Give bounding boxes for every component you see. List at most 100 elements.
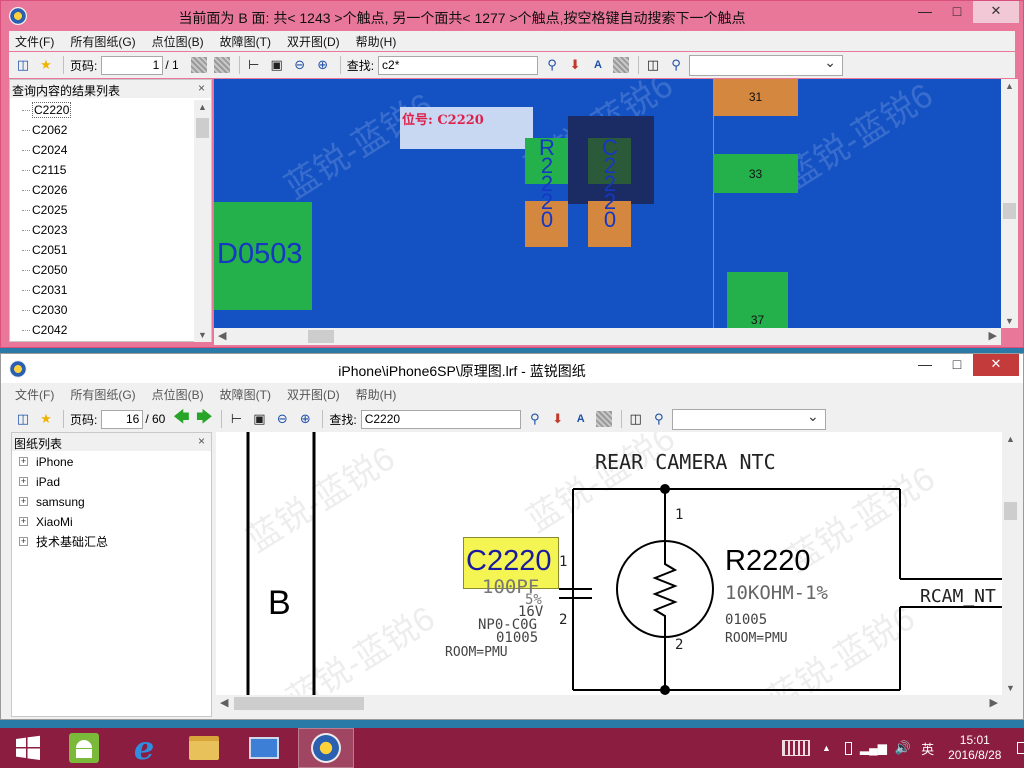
search-history-dropdown[interactable] xyxy=(689,54,844,76)
menu-all-drawings[interactable]: 所有图纸(G) xyxy=(70,33,135,50)
schematic-vscroll[interactable]: ▲ ▼ xyxy=(1002,432,1019,695)
android-app-button[interactable] xyxy=(56,728,112,768)
file-explorer-button[interactable] xyxy=(176,728,232,768)
results-scrollbar[interactable]: ▲ ▼ xyxy=(194,100,211,342)
clear-search-icon[interactable] xyxy=(611,56,631,74)
tree-node[interactable]: + XiaoMi xyxy=(12,512,211,532)
search-icon[interactable]: ⚲ xyxy=(525,410,545,428)
tree-node[interactable]: + 技术基础汇总 xyxy=(12,532,211,552)
volume-icon[interactable]: 🔊 xyxy=(895,740,911,756)
panel-toggle-icon[interactable]: ◫ xyxy=(13,56,33,74)
clear-search-icon[interactable] xyxy=(594,410,614,428)
start-button[interactable] xyxy=(0,728,56,768)
menu-help[interactable]: 帮助(H) xyxy=(356,386,397,403)
schematic-hscroll[interactable]: ◀ ▶ xyxy=(216,695,1002,712)
pad-31[interactable]: 31 xyxy=(713,79,798,116)
match-case-icon[interactable]: A xyxy=(588,56,608,74)
fit-width-icon[interactable]: ⊢ xyxy=(226,410,246,428)
expand-icon[interactable]: + xyxy=(19,457,28,466)
minimize-button[interactable]: — xyxy=(909,354,941,376)
tree-node[interactable]: + samsung xyxy=(12,492,211,512)
result-item[interactable]: C2023 xyxy=(10,220,193,240)
menu-boardview[interactable]: 点位图(B) xyxy=(152,386,204,403)
title-bar[interactable]: iPhone\iPhone6SP\原理图.lrf - 蓝锐图纸 — □ ✕ xyxy=(1,354,1023,383)
info-search-icon[interactable]: ⚲ xyxy=(666,56,686,74)
result-item[interactable]: C2042 xyxy=(10,320,193,340)
component-d0503[interactable]: D0503 xyxy=(214,202,312,310)
remote-app-button[interactable] xyxy=(236,728,292,768)
zoom-in-icon[interactable]: ⊕ xyxy=(313,56,333,74)
pad-33[interactable]: 33 xyxy=(713,154,798,193)
menu-dual-view[interactable]: 双开图(D) xyxy=(287,33,340,50)
search-input[interactable] xyxy=(378,55,539,75)
boardview-canvas[interactable]: 蓝锐-蓝锐6 蓝锐-蓝锐6 蓝锐-蓝锐6 位号: C2220 D0503 R 2… xyxy=(214,79,1001,328)
close-button[interactable]: ✕ xyxy=(973,354,1019,376)
result-item[interactable]: C2051 xyxy=(10,240,193,260)
search-input[interactable] xyxy=(360,409,521,429)
title-bar[interactable]: 当前面为 B 面: 共< 1243 >个触点, 另一个面共< 1277 >个触点… xyxy=(1,1,1023,31)
battery-icon[interactable] xyxy=(844,741,852,755)
menu-fault-diagram[interactable]: 故障图(T) xyxy=(220,33,271,50)
signal-icon[interactable]: ▂▄▆ xyxy=(860,741,887,755)
expand-icon[interactable]: + xyxy=(19,477,28,486)
next-page-icon[interactable]: 🡆 xyxy=(194,409,214,428)
expand-icon[interactable]: + xyxy=(19,517,28,526)
minimize-button[interactable]: — xyxy=(909,1,941,23)
menu-file[interactable]: 文件(F) xyxy=(15,386,54,403)
zoom-out-icon[interactable]: ⊖ xyxy=(272,410,292,428)
notifications-icon[interactable] xyxy=(1017,742,1024,754)
close-panel-icon[interactable]: × xyxy=(198,434,205,448)
page-input[interactable] xyxy=(101,409,144,429)
show-hidden-icons[interactable]: ▲ xyxy=(822,743,831,753)
fit-page-icon[interactable]: ▣ xyxy=(267,56,287,74)
page-input[interactable] xyxy=(101,55,164,75)
maximize-button[interactable]: □ xyxy=(941,354,973,376)
result-item[interactable]: C2030 xyxy=(10,300,193,320)
pad-37[interactable]: 37 xyxy=(727,272,788,328)
keyboard-icon[interactable] xyxy=(782,740,810,756)
panel-toggle-icon[interactable]: ◫ xyxy=(13,410,33,428)
favorite-star-icon[interactable]: ★ xyxy=(36,410,56,428)
result-item[interactable]: C2024 xyxy=(10,140,193,160)
schematic-canvas[interactable]: 蓝锐-蓝锐6 蓝锐-蓝锐6 蓝锐-蓝锐6 蓝锐-蓝锐6 蓝锐-蓝锐6 REAR … xyxy=(216,432,1002,695)
tree-node[interactable]: + iPad xyxy=(12,472,211,492)
menu-boardview[interactable]: 点位图(B) xyxy=(152,33,204,50)
menu-file[interactable]: 文件(F) xyxy=(15,33,54,50)
result-item[interactable]: C2115 xyxy=(10,160,193,180)
info-search-icon[interactable]: ⚲ xyxy=(649,410,669,428)
prev-page-icon[interactable]: 🡄 xyxy=(171,409,191,428)
search-next-icon[interactable]: ⬇ xyxy=(548,410,568,428)
menu-dual-view[interactable]: 双开图(D) xyxy=(287,386,340,403)
search-history-dropdown[interactable] xyxy=(671,408,826,430)
next-page-icon[interactable] xyxy=(212,56,232,74)
tree-node[interactable]: + iPhone xyxy=(12,452,211,472)
result-item[interactable]: C2025 xyxy=(10,200,193,220)
close-panel-icon[interactable]: × xyxy=(198,81,205,95)
favorite-star-icon[interactable]: ★ xyxy=(36,56,56,74)
result-item[interactable]: C2031 xyxy=(10,280,193,300)
menu-all-drawings[interactable]: 所有图纸(G) xyxy=(70,386,135,403)
menu-fault-diagram[interactable]: 故障图(T) xyxy=(220,386,271,403)
side-panel-icon[interactable]: ◫ xyxy=(626,410,646,428)
zoom-in-icon[interactable]: ⊕ xyxy=(295,410,315,428)
match-case-icon[interactable]: A xyxy=(571,410,591,428)
zoom-out-icon[interactable]: ⊖ xyxy=(290,56,310,74)
lanrui-app-button[interactable] xyxy=(298,728,354,768)
search-next-icon[interactable]: ⬇ xyxy=(565,56,585,74)
ime-indicator[interactable]: 英 xyxy=(921,739,934,758)
menu-help[interactable]: 帮助(H) xyxy=(356,33,397,50)
result-item[interactable]: C2026 xyxy=(10,180,193,200)
result-item[interactable]: C2220 xyxy=(10,100,193,120)
canvas-vscroll[interactable]: ▲ ▼ xyxy=(1001,79,1018,328)
fit-width-icon[interactable]: ⊢ xyxy=(244,56,264,74)
maximize-button[interactable]: □ xyxy=(941,1,973,23)
search-icon[interactable]: ⚲ xyxy=(542,56,562,74)
prev-page-icon[interactable] xyxy=(189,56,209,74)
ie-button[interactable]: e xyxy=(116,728,172,768)
expand-icon[interactable]: + xyxy=(19,537,28,546)
result-item[interactable]: C2050 xyxy=(10,260,193,280)
side-panel-icon[interactable]: ◫ xyxy=(643,56,663,74)
clock[interactable]: 15:01 2016/8/28 xyxy=(948,733,1001,763)
canvas-hscroll[interactable]: ◀ ▶ xyxy=(214,328,1001,345)
result-item[interactable]: C2062 xyxy=(10,120,193,140)
